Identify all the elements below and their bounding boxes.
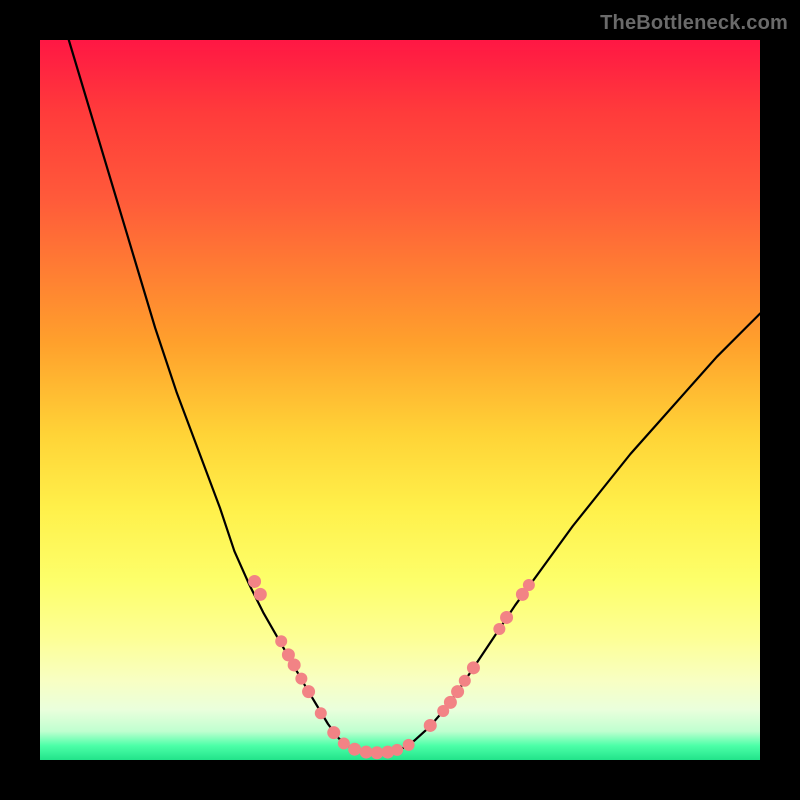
effort-marker <box>295 673 307 685</box>
effort-marker <box>403 739 415 751</box>
effort-markers <box>248 575 535 759</box>
effort-marker <box>302 685 315 698</box>
effort-marker <box>348 743 361 756</box>
effort-marker <box>391 744 403 756</box>
effort-marker <box>275 635 287 647</box>
plot-area <box>40 40 760 760</box>
effort-marker <box>493 623 505 635</box>
effort-marker <box>254 588 267 601</box>
chart-container: TheBottleneck.com <box>0 0 800 800</box>
effort-marker <box>288 658 301 671</box>
watermark-label: TheBottleneck.com <box>600 12 788 35</box>
effort-marker <box>500 611 513 624</box>
effort-marker <box>523 579 535 591</box>
effort-marker <box>459 675 471 687</box>
curve-svg <box>40 40 760 760</box>
bottleneck-curve <box>69 40 760 753</box>
effort-marker <box>338 737 350 749</box>
effort-marker <box>315 707 327 719</box>
effort-marker <box>248 575 261 588</box>
effort-marker <box>467 661 480 674</box>
effort-marker <box>451 685 464 698</box>
effort-marker <box>424 719 437 732</box>
effort-marker <box>444 696 457 709</box>
effort-marker <box>327 726 340 739</box>
